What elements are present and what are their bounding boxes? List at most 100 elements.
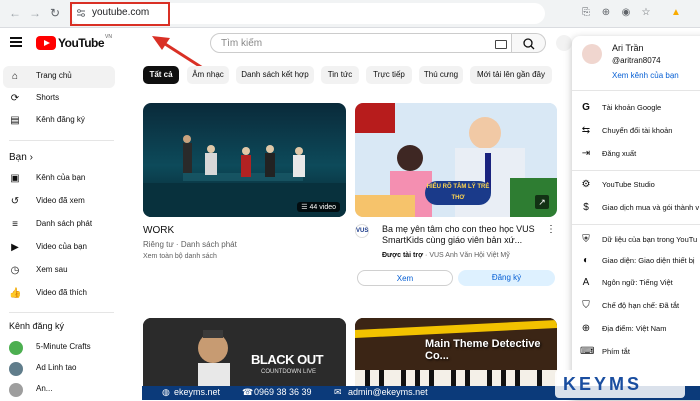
restricted-icon: ⛉ [582,300,590,311]
menu-item-your-data[interactable]: ⛨ Dữ liệu của bạn trong YouTu [572,229,700,251]
sidebar-sub-item[interactable]: Ad Linh tao [0,358,120,380]
web-icon: ◍ [162,387,170,397]
channel-avatar[interactable]: VUS [355,224,369,238]
sidebar-item-label: Shorts [36,93,60,102]
sign-out-icon: ⇥ [581,148,591,159]
chip-music[interactable]: Âm nhạc [187,66,229,84]
sidebar-item-your-videos[interactable]: ▶ Video của bạn [0,237,120,259]
bookmark-star-icon[interactable]: ☆ [640,7,652,19]
channel-icon: ▣ [10,173,20,184]
menu-item-purchases[interactable]: $ Giao dịch mua và gói thành v [572,197,700,219]
video-title[interactable]: Ba mẹ yên tâm cho con theo học VUS Smart… [382,224,542,246]
video-thumbnail-vus[interactable]: HIỂU RÕ TÂM LÝ TRẺ THƠ ↗ [355,103,557,217]
watch-button[interactable]: Xem [357,270,453,286]
menu-item-label: Địa điểm: Việt Nam [602,324,667,333]
keyms-logo: KEYMS [555,370,685,398]
chip-live[interactable]: Trực tiếp [366,66,412,84]
menu-icon[interactable] [10,37,22,47]
sidebar-item-your-channel[interactable]: ▣ Kênh của bạn [0,168,120,190]
sidebar-sub-item[interactable]: 5-Minute Crafts [0,337,120,359]
playlist-icon: ☰ [301,204,308,211]
more-vertical-icon[interactable]: ⋮ [546,224,556,235]
watch-later-icon: ◷ [10,265,20,276]
menu-divider [572,224,700,225]
external-link-icon[interactable]: ↗ [535,195,549,209]
account-handle: @aritran8074 [612,56,661,65]
menu-item-google-account[interactable]: G Tài khoản Google [572,97,700,119]
back-icon[interactable]: ← [8,6,22,20]
eye-off-icon[interactable]: ◉ [620,7,632,19]
account-menu: Ari Trần @aritran8074 Xem kênh của bạn G… [572,36,700,400]
reload-icon[interactable]: ↻ [48,6,62,20]
avatar [9,362,23,376]
extension-icon[interactable]: ▲ [670,7,682,19]
view-channel-link[interactable]: Xem kênh của bạn [612,71,679,80]
keyboard-icon[interactable] [495,40,507,49]
your-videos-icon: ▶ [11,242,19,253]
chip-mixes[interactable]: Danh sách kết hợp [236,66,314,84]
menu-item-language[interactable]: A Ngôn ngữ: Tiếng Việt [572,272,700,294]
menu-item-appearance[interactable]: ◐ Giao diện: Giao diện thiết bị [572,250,700,272]
sidebar-item-subscriptions[interactable]: ▤ Kênh đăng ký [0,110,120,132]
sidebar-item-label: Video đã xem [36,196,85,205]
menu-item-label: Đăng xuất [602,149,637,158]
menu-item-label: Giao dịch mua và gói thành v [602,203,700,212]
sidebar-sub-item[interactable]: An... [0,379,120,401]
sidebar-item-label: Ad Linh tao [36,363,77,372]
forward-icon[interactable]: → [28,6,42,20]
video-thumbnail-work[interactable]: ☰ 44 video [143,103,346,217]
menu-item-label: Giao diện: Giao diện thiết bị [602,256,695,265]
sidebar-item-watch-later[interactable]: ◷ Xem sau [0,260,120,282]
you-title-text: Bạn [9,152,27,163]
banner-site: ekeyms.net [174,387,221,397]
thumbnail-caption: HIỂU RÕ TÂM LÝ TRẺ THƠ [425,181,491,205]
playlist-count-badge: ☰ 44 video [297,202,340,212]
menu-item-youtube-studio[interactable]: ⚙ YouTube Studio [572,174,700,196]
keyms-logo-text: KEYMS [563,374,643,394]
history-icon: ↺ [10,196,20,207]
sidebar-item-liked-videos[interactable]: 👍 Video đã thích [0,283,120,305]
chip-all[interactable]: Tất cả [143,66,179,84]
menu-item-label: Chế độ hạn chế: Đã tắt [602,301,680,310]
menu-item-restricted-mode[interactable]: ⛉ Chế độ hạn chế: Đã tắt [572,295,700,317]
menu-item-label: Chuyển đổi tài khoản [602,126,673,135]
google-icon: G [582,102,590,113]
sidebar-item-history[interactable]: ↺ Video đã xem [0,191,120,213]
chip-recently-uploaded[interactable]: Mới tải lên gần đây [470,66,552,84]
mail-icon: ✉ [334,387,342,397]
video-meta: Riêng tư · Danh sách phát [143,240,237,249]
menu-item-location[interactable]: ⊕ Địa điểm: Việt Nam [572,318,700,340]
you-section-title[interactable]: Bạn › [9,152,33,163]
menu-divider [572,170,700,171]
subscriptions-section-title: Kênh đăng ký [9,321,65,331]
thumbnail-caption: BLACK OUT [251,352,324,367]
sidebar-item-label: Kênh đăng ký [36,115,85,124]
sidebar-item-label: Video đã thích [36,288,88,297]
signup-button[interactable]: Đăng ký [458,270,555,286]
chip-pets[interactable]: Thú cưng [419,66,463,84]
sidebar-item-home[interactable]: ⌂ Trang chủ [3,66,115,88]
menu-item-switch-account[interactable]: ⇆ Chuyển đổi tài khoản [572,120,700,142]
search-button[interactable] [512,33,546,53]
globe-icon: ⊕ [581,323,591,334]
youtube-logo[interactable]: YouTube VN [36,34,112,50]
view-full-playlist-link[interactable]: Xem toàn bộ danh sách [143,253,217,260]
video-title[interactable]: WORK [143,225,174,236]
banner-phone: 0969 38 36 39 [254,387,312,397]
dollar-icon: $ [583,202,589,213]
voice-search-icon[interactable] [556,35,572,51]
sponsored-label: Được tài trợ [382,252,424,259]
zoom-icon[interactable]: ⊕ [600,7,612,19]
menu-item-keyboard-shortcuts[interactable]: ⌨ Phím tắt [572,341,700,363]
search-icon [523,38,535,50]
browser-toolbar: ← → ↻ youtube.com ⎘ ⊕ ◉ ☆ ▲ [0,0,700,28]
search-input[interactable]: Tìm kiếm [210,33,512,53]
menu-item-sign-out[interactable]: ⇥ Đăng xuất [572,143,700,165]
shorts-icon: ⟳ [10,93,20,104]
channel-name[interactable]: · VUS Anh Văn Hội Việt Mỹ [425,252,510,259]
sidebar-item-playlists[interactable]: ≡ Danh sách phát [0,214,120,236]
sidebar-item-shorts[interactable]: ⟳ Shorts [0,88,120,110]
chip-news[interactable]: Tin tức [321,66,359,84]
studio-icon: ⚙ [581,179,591,190]
cast-icon[interactable]: ⎘ [580,7,592,19]
